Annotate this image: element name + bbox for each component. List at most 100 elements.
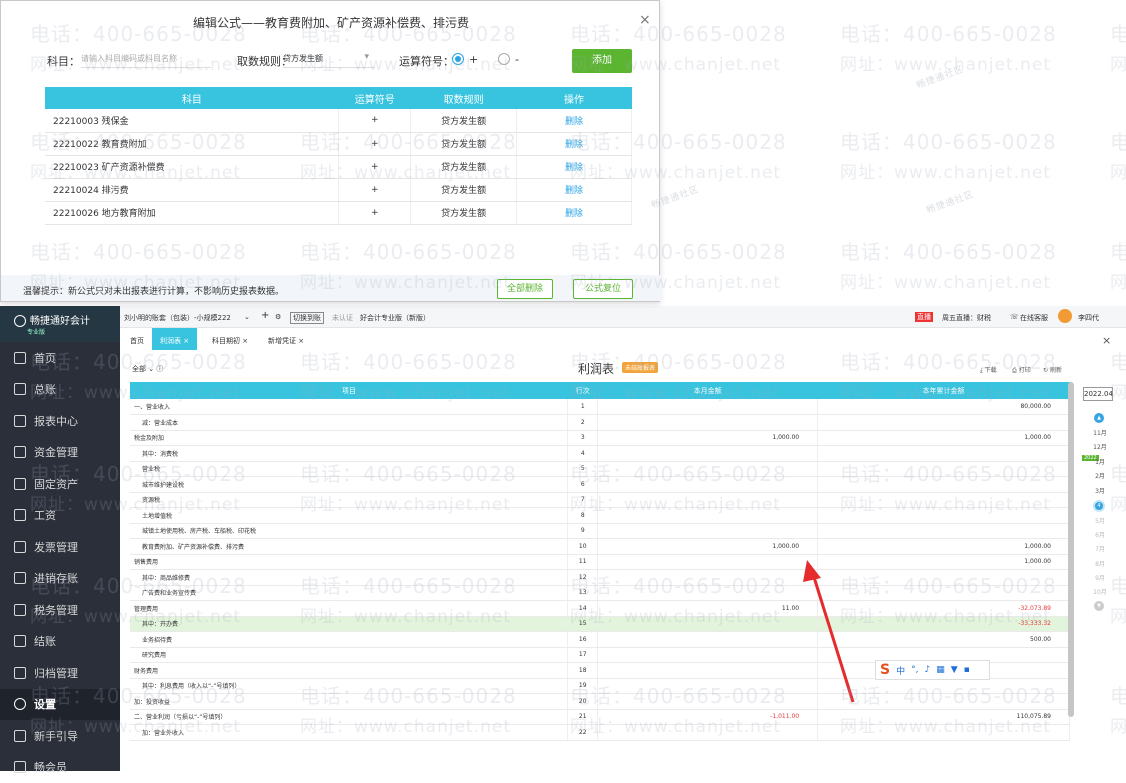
table-row[interactable]: 资源税7 (130, 492, 1070, 508)
delete-link[interactable]: 删除 (517, 155, 632, 178)
print-button[interactable]: ⎙ 打印 (1012, 365, 1031, 375)
vertical-scrollbar[interactable] (1068, 382, 1074, 717)
row-item: 土地增值税 (130, 508, 568, 524)
sidebar-item-settings[interactable]: 设置 (0, 689, 120, 721)
keyboard-icon[interactable]: ▦ (936, 665, 945, 675)
period-month[interactable]: 5月 (1090, 516, 1110, 525)
user-name[interactable]: 李四代 (1078, 313, 1099, 323)
row-item: 财务费用 (130, 663, 568, 679)
chart-icon (14, 415, 26, 427)
avatar[interactable] (1058, 309, 1072, 323)
tab-income-statement[interactable]: 利润表 × (152, 328, 197, 350)
sidebar-item-archive[interactable]: 归档管理 (0, 657, 120, 689)
skin-icon[interactable]: ▼ (951, 665, 958, 675)
period-month[interactable]: 6月 (1090, 530, 1110, 539)
tab-new-voucher[interactable]: 新增凭证 × (268, 336, 304, 346)
period-month[interactable]: 2月 (1090, 471, 1110, 480)
plus-radio[interactable] (452, 53, 464, 65)
table-row[interactable]: 业务招待费16500.00 (130, 632, 1070, 648)
row-line-no: 13 (568, 585, 598, 601)
live-link[interactable]: 周五直播：财税 (942, 313, 991, 323)
company-selector[interactable]: 刘小明的账套（包装）-小规模222 (124, 313, 231, 323)
top-bar: 刘小明的账套（包装）-小规模222 ⌄ + ⚙ 切换到账 未认证 好会计专业版（… (120, 306, 1126, 328)
add-button[interactable]: 添加 (572, 49, 632, 73)
sidebar-item-label: 设置 (34, 696, 56, 712)
add-company-button[interactable]: + (261, 310, 269, 321)
grid-icon[interactable]: ▪ (964, 665, 970, 675)
table-row[interactable]: 城市维护建设税6 (130, 477, 1070, 493)
filter-dropdown[interactable]: 全部 ⌄ ⓘ (132, 364, 163, 374)
table-row[interactable]: 其中：利息费用（收入以“-”号填列）19 (130, 678, 1070, 694)
sidebar-item-payroll[interactable]: 工资 (0, 500, 120, 532)
period-month[interactable]: 3月 (1090, 486, 1110, 495)
row-subject: 22210024 排污费 (45, 178, 339, 201)
delete-all-button[interactable]: 全部删除 (497, 279, 553, 299)
close-icon[interactable]: × (1102, 334, 1111, 347)
punctuation-icon[interactable]: °, (911, 665, 918, 675)
table-row[interactable]: 营业税5 (130, 461, 1070, 477)
table-row[interactable]: 减：营业成本2 (130, 415, 1070, 431)
table-row[interactable]: 二、营业利润（亏损以“-”号填列）21-1,011.00110,075.89 (130, 709, 1070, 725)
table-row[interactable]: 管理费用1411.00-32,073.89 (130, 601, 1070, 617)
sidebar-item-assets[interactable]: 固定资产 (0, 468, 120, 500)
year-selector[interactable]: 2022.04 (1083, 387, 1113, 401)
sidebar-item-member[interactable]: 畅会员 (0, 752, 120, 783)
period-month[interactable]: 12月 (1090, 442, 1110, 451)
help-icon[interactable]: ⓘ (156, 365, 163, 373)
delete-link[interactable]: 删除 (517, 201, 632, 224)
delete-link[interactable]: 删除 (517, 178, 632, 201)
refresh-button[interactable]: ↻ 刷新 (1043, 365, 1062, 374)
gear-icon[interactable]: ⚙ (275, 313, 281, 321)
refresh-icon: ↻ (1043, 367, 1048, 374)
sidebar-item-closing[interactable]: 结账 (0, 626, 120, 658)
reset-formula-button[interactable]: 公式复位 (573, 279, 633, 299)
table-row[interactable]: 一、营业收入180,000.00 (130, 399, 1070, 415)
period-month[interactable]: 7月 (1090, 544, 1110, 553)
period-month[interactable]: 10月 (1090, 587, 1110, 596)
sidebar-item-funds[interactable]: 资金管理 (0, 437, 120, 469)
download-button[interactable]: ⤓ 下载 (980, 365, 997, 375)
period-month[interactable]: 11月 (1090, 428, 1110, 437)
table-row[interactable]: 土地增值税8 (130, 508, 1070, 524)
rule-select[interactable]: 贷方发生额 ▾ (283, 50, 375, 68)
table-row[interactable]: 其中：开办费15-33,333.32 (130, 616, 1070, 632)
table-row[interactable]: 销售费用111,000.00 (130, 554, 1070, 570)
period-month[interactable]: 1月 (1090, 457, 1110, 466)
sidebar-item-tax[interactable]: 税务管理 (0, 594, 120, 626)
col-action: 操作 (517, 87, 632, 109)
print-icon: ⎙ (1012, 367, 1017, 374)
switch-account-button[interactable]: 切换到账 (290, 312, 324, 324)
table-row[interactable]: 加：营业外收入22 (130, 725, 1070, 741)
ime-language[interactable]: 中 (896, 664, 905, 677)
close-icon[interactable]: × (639, 12, 651, 28)
table-row[interactable]: 教育费附加、矿产资源补偿费、排污费101,000.001,000.00 (130, 539, 1070, 555)
microphone-icon[interactable]: ♪ (924, 665, 930, 675)
sidebar-item-invoice[interactable]: 发票管理 (0, 531, 120, 563)
table-row[interactable]: 其中：商品维修费12 (130, 570, 1070, 586)
sidebar-item-home[interactable]: 首页 (0, 342, 120, 374)
subject-input[interactable]: 请输入科目编码或科目名称 (81, 50, 211, 68)
sidebar-item-reports[interactable]: 报表中心 (0, 405, 120, 437)
wallet-icon (14, 446, 26, 458)
table-row[interactable]: 城镇土地使用税、房产税、车船税、印花税9 (130, 523, 1070, 539)
tab-home[interactable]: 首页 (130, 336, 144, 346)
period-month-selected[interactable]: 4月 (1093, 500, 1105, 512)
period-down-icon[interactable]: ▼ (1094, 601, 1104, 611)
sidebar-item-guide[interactable]: 新手引导 (0, 720, 120, 752)
period-up-icon[interactable]: ▲ (1094, 413, 1104, 423)
period-month[interactable]: 9月 (1090, 573, 1110, 582)
tab-opening-balance[interactable]: 科目期初 × (212, 336, 248, 346)
table-row[interactable]: 税金及附加31,000.001,000.00 (130, 430, 1070, 446)
delete-link[interactable]: 删除 (517, 132, 632, 155)
period-month[interactable]: 8月 (1090, 559, 1110, 568)
sidebar-item-ledger[interactable]: 总账 (0, 374, 120, 406)
online-service-link[interactable]: 在线客服 (1020, 313, 1048, 323)
table-row[interactable]: 加：投资收益20 (130, 694, 1070, 710)
table-row[interactable]: 广告费和业务宣传费13 (130, 585, 1070, 601)
watermark-site: 网址：www.chanjet.net (840, 50, 1051, 75)
sidebar-item-inventory[interactable]: 进销存账 (0, 563, 120, 595)
table-row[interactable]: 其中：消费税4 (130, 446, 1070, 462)
minus-radio[interactable] (498, 53, 510, 65)
ime-toolbar[interactable]: S 中 °, ♪ ▦ ▼ ▪ (875, 660, 990, 680)
delete-link[interactable]: 删除 (517, 109, 632, 132)
